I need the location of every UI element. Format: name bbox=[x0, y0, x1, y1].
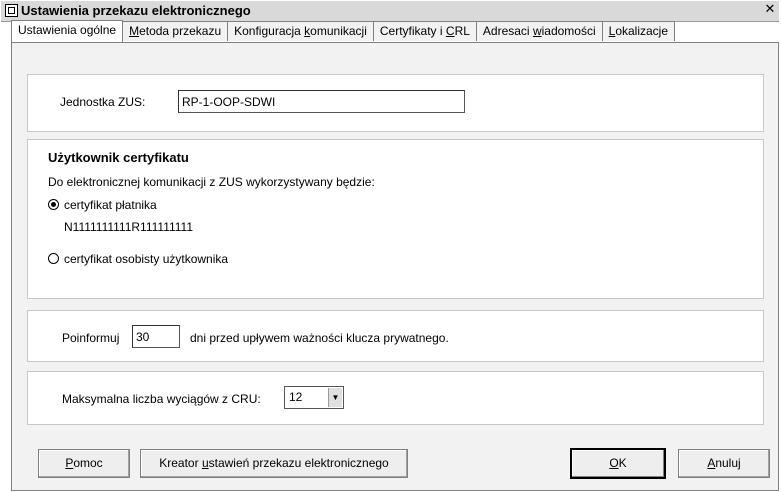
tab-message-recipients[interactable]: Adresaci wiadomości bbox=[475, 21, 603, 41]
window-title: Ustawienia przekazu elektronicznego bbox=[21, 3, 251, 18]
chevron-down-icon[interactable]: ▼ bbox=[328, 388, 342, 407]
app-icon bbox=[5, 4, 18, 17]
certificate-user-group: Użytkownik certyfikatu Do elektronicznej… bbox=[27, 139, 764, 299]
tab-strip: Ustawienia ogólne Metoda przekazu Konfig… bbox=[11, 20, 676, 42]
tab-general-settings[interactable]: Ustawienia ogólne bbox=[11, 20, 124, 42]
tab-transfer-method[interactable]: Metoda przekazu bbox=[122, 21, 229, 41]
zus-unit-input[interactable] bbox=[178, 90, 465, 113]
certificate-user-heading: Użytkownik certyfikatu bbox=[48, 150, 189, 165]
zus-unit-group: Jednostka ZUS: bbox=[27, 74, 764, 132]
notify-label-after: dni przed upływem ważności klucza prywat… bbox=[190, 331, 449, 345]
tab-locations[interactable]: Lokalizacje bbox=[601, 21, 676, 41]
wizard-button[interactable]: Kreator ustawień przekazu elektroniczneg… bbox=[140, 449, 408, 478]
payer-certificate-label[interactable]: certyfikat płatnika bbox=[64, 198, 157, 212]
notify-days-input[interactable] bbox=[132, 325, 180, 348]
max-extracts-group: Maksymalna liczba wyciągów z CRU: 12 ▼ bbox=[27, 371, 764, 425]
zus-unit-label: Jednostka ZUS: bbox=[60, 95, 146, 109]
max-extracts-value: 12 bbox=[289, 390, 303, 404]
personal-certificate-label[interactable]: certyfikat osobisty użytkownika bbox=[64, 252, 228, 266]
settings-dialog: Ustawienia przekazu elektronicznego ✕ Us… bbox=[1, 1, 779, 491]
max-extracts-select[interactable]: 12 ▼ bbox=[284, 386, 344, 409]
cancel-button[interactable]: Anuluj bbox=[678, 449, 770, 478]
title-bar[interactable]: Ustawienia przekazu elektronicznego ✕ bbox=[1, 1, 779, 22]
help-button[interactable]: Pomoc bbox=[38, 449, 130, 478]
radio-payer-certificate[interactable] bbox=[48, 199, 59, 210]
expiry-notice-group: Poinformuj dni przed upływem ważności kl… bbox=[27, 310, 764, 362]
max-extracts-label: Maksymalna liczba wyciągów z CRU: bbox=[62, 392, 261, 406]
close-icon[interactable]: ✕ bbox=[763, 2, 777, 16]
tab-certificates-crl[interactable]: Certyfikaty i CRL bbox=[372, 21, 477, 41]
tab-communication-config[interactable]: Konfiguracja komunikacji bbox=[227, 21, 374, 41]
radio-personal-certificate[interactable] bbox=[48, 253, 59, 264]
notify-label-before: Poinformuj bbox=[62, 331, 120, 345]
ok-button[interactable]: OK bbox=[571, 449, 665, 478]
certificate-description: Do elektronicznej komunikacji z ZUS wyko… bbox=[48, 175, 375, 189]
payer-certificate-id: N1111111111R111111111 bbox=[64, 220, 193, 234]
